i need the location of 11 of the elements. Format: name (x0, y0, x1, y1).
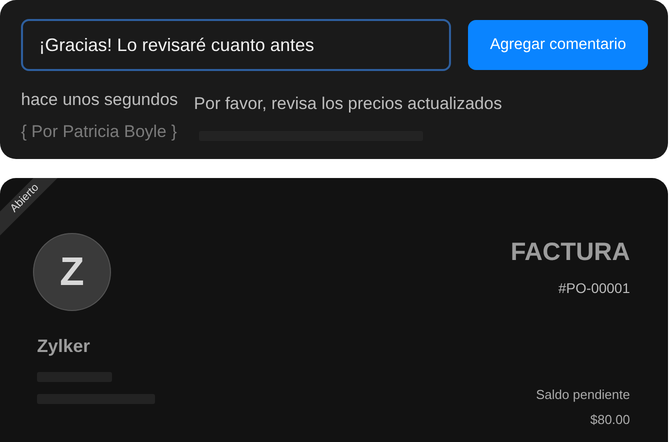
comment-author: { Por Patricia Boyle } (21, 120, 178, 142)
balance-label: Saldo pendiente (535, 386, 630, 404)
comment-text: Por favor, revisa los precios actualizados (194, 93, 502, 115)
company-name: Zylker (37, 335, 92, 358)
invoice-number: #PO-00001 (557, 278, 630, 298)
add-comment-button[interactable]: Agregar comentario (468, 20, 648, 70)
balance-amount: $80.00 (589, 411, 630, 429)
invoice-title: FACTURA (510, 237, 630, 268)
comment-time: hace unos segundos (21, 89, 178, 111)
company-avatar: Z (33, 233, 111, 311)
comment-field[interactable]: ¡Gracias! Lo revisaré cuanto antes (21, 19, 451, 71)
